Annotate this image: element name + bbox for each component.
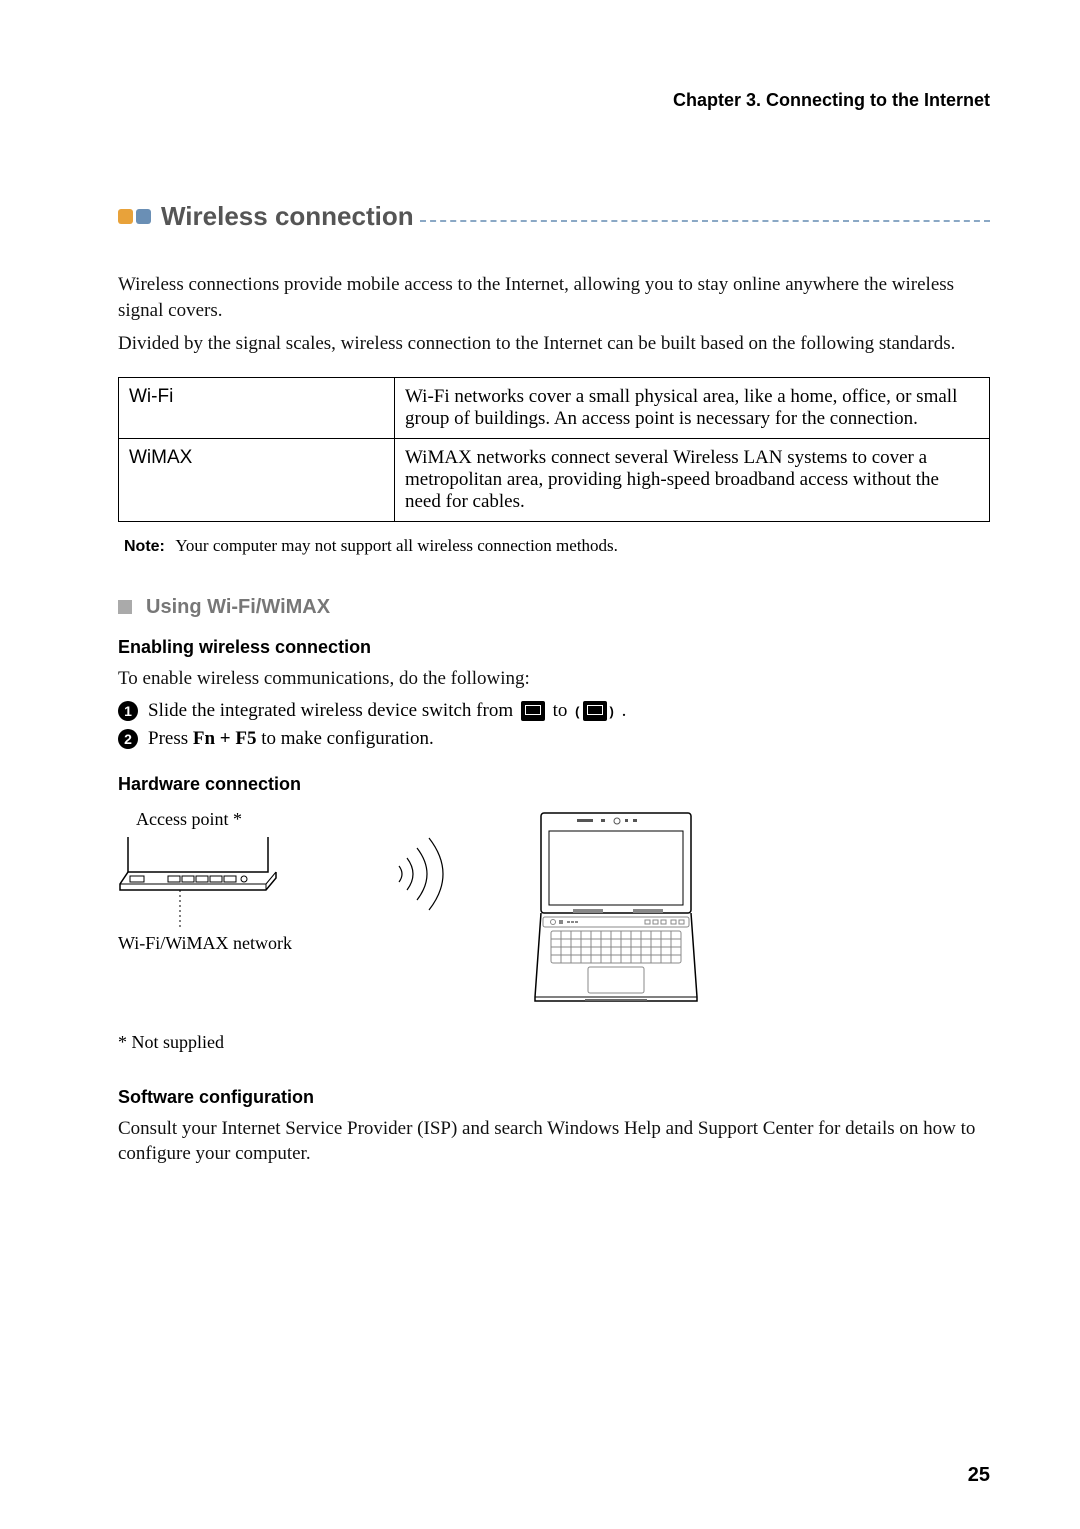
table-row: WiMAX WiMAX networks connect several Wir… [119, 438, 990, 521]
hardware-diagram: Access point * [118, 809, 990, 1004]
step-number-icon: 1 [118, 701, 138, 721]
dashed-rule [420, 220, 990, 222]
wireless-on-icon: ( ) [575, 701, 614, 721]
standards-table: Wi-Fi Wi-Fi networks cover a small physi… [118, 377, 990, 522]
intro-paragraph-1: Wireless connections provide mobile acce… [118, 272, 990, 323]
hardware-heading: Hardware connection [118, 774, 990, 795]
subsection-title: Using Wi-Fi/WiMAX [146, 596, 330, 619]
signal-waves-icon [393, 834, 463, 919]
page-number: 25 [968, 1464, 990, 1487]
software-text: Consult your Internet Service Provider (… [118, 1116, 990, 1167]
cell-desc: Wi-Fi networks cover a small physical ar… [395, 377, 990, 438]
enabling-heading: Enabling wireless connection [118, 637, 990, 658]
subsection-title-row: Using Wi-Fi/WiMAX [118, 596, 990, 619]
access-point-label: Access point * [136, 809, 323, 830]
document-page: Chapter 3. Connecting to the Internet Wi… [0, 0, 1080, 1529]
network-label: Wi-Fi/WiMAX network [118, 933, 323, 954]
bullet-square-icon [118, 600, 132, 614]
step-1: 1 Slide the integrated wireless device s… [118, 700, 990, 722]
chapter-header: Chapter 3. Connecting to the Internet [118, 90, 990, 111]
step-number-icon: 2 [118, 729, 138, 749]
cell-desc: WiMAX networks connect several Wireless … [395, 438, 990, 521]
step-2-text: Press Fn + F5 to make configuration. [148, 728, 434, 750]
cell-label: WiMAX [119, 438, 395, 521]
step-2: 2 Press Fn + F5 to make configuration. [118, 728, 990, 750]
wireless-off-icon [521, 701, 545, 721]
section-title-row: Wireless connection [118, 201, 990, 232]
software-heading: Software configuration [118, 1087, 990, 1108]
step-1-text: Slide the integrated wireless device swi… [148, 700, 626, 722]
hardware-footnote: * Not supplied [118, 1032, 990, 1053]
key-combo: Fn + F5 [193, 728, 257, 749]
table-row: Wi-Fi Wi-Fi networks cover a small physi… [119, 377, 990, 438]
note-label: Note: [124, 538, 165, 555]
intro-paragraph-2: Divided by the signal scales, wireless c… [118, 331, 990, 357]
section-bullet-icon [118, 209, 151, 224]
section-title: Wireless connection [161, 201, 414, 232]
cell-label: Wi-Fi [119, 377, 395, 438]
note: Note: Your computer may not support all … [124, 536, 990, 556]
laptop-icon [533, 809, 703, 1004]
note-text: Your computer may not support all wirele… [175, 536, 618, 555]
enabling-intro: To enable wireless communications, do th… [118, 666, 990, 692]
access-point-icon [118, 832, 278, 927]
